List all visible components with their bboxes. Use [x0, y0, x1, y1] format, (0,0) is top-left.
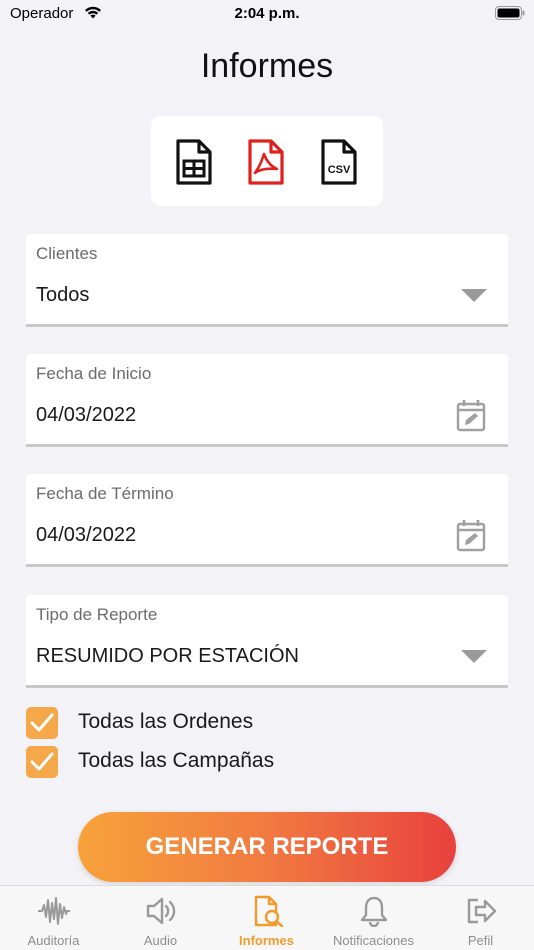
todas-ordenes-checkbox-row[interactable]: Todas las Ordenes: [26, 707, 426, 739]
todas-ordenes-label: Todas las Ordenes: [78, 710, 254, 733]
pdf-export-icon: [248, 139, 284, 185]
clientes-value: Todos: [36, 284, 90, 306]
csv-export-icon: CSV: [321, 139, 357, 185]
tab-informes[interactable]: Informes: [213, 886, 320, 950]
fecha-inicio-value: 04/03/2022: [36, 404, 137, 426]
document-search-icon: [254, 895, 283, 927]
tab-notificaciones[interactable]: Notificaciones: [320, 886, 427, 950]
dropdown-arrow-icon: [461, 650, 487, 663]
page-title: Informes: [200, 47, 334, 85]
todas-campanas-checkbox[interactable]: [26, 746, 58, 778]
calendar-edit-icon[interactable]: [456, 398, 486, 432]
status-time: 2:04 p.m.: [234, 5, 300, 22]
tab-pefil[interactable]: Pefil: [427, 886, 534, 950]
spreadsheet-export-button[interactable]: [174, 138, 214, 186]
tab-audio-label: Audio: [143, 933, 178, 948]
tab-audio[interactable]: Audio: [107, 886, 214, 950]
status-bar: Operador 2:04 p.m.: [0, 0, 534, 30]
tipo-reporte-value: RESUMIDO POR ESTACIÓN: [36, 645, 299, 667]
tab-bar: Auditoría Audio Informes Notificaciones …: [0, 885, 534, 950]
fecha-inicio-label: Fecha de Inicio: [36, 364, 152, 383]
spreadsheet-export-icon: [176, 139, 212, 185]
battery-icon: [495, 6, 525, 20]
dropdown-arrow-icon: [461, 289, 487, 302]
export-options: CSV: [151, 116, 383, 206]
speaker-icon: [146, 897, 175, 925]
tab-pefil-label: Pefil: [467, 933, 494, 948]
tipo-reporte-dropdown[interactable]: Tipo de Reporte RESUMIDO POR ESTACIÓN: [26, 595, 508, 688]
generar-reporte-button[interactable]: GENERAR REPORTE: [78, 812, 456, 882]
checkmark-icon: [30, 713, 54, 732]
csv-icon-text: CSV: [328, 164, 351, 176]
fecha-termino-label: Fecha de Término: [36, 484, 174, 503]
todas-campanas-label: Todas las Campañas: [78, 749, 275, 772]
fecha-termino-field[interactable]: Fecha de Término 04/03/2022: [26, 474, 508, 567]
logout-icon: [467, 898, 496, 924]
waveform-icon: [37, 897, 70, 925]
tipo-reporte-label: Tipo de Reporte: [36, 605, 158, 624]
todas-ordenes-checkbox[interactable]: [26, 707, 58, 739]
tab-informes-label: Informes: [239, 933, 294, 948]
checkmark-icon: [30, 752, 54, 771]
fecha-termino-value: 04/03/2022: [36, 524, 137, 546]
fecha-inicio-field[interactable]: Fecha de Inicio 04/03/2022: [26, 354, 508, 447]
tab-auditoria[interactable]: Auditoría: [0, 886, 107, 950]
pdf-export-button[interactable]: [246, 138, 286, 186]
clientes-label: Clientes: [36, 244, 98, 263]
todas-campanas-checkbox-row[interactable]: Todas las Campañas: [26, 746, 426, 778]
tab-auditoria-label: Auditoría: [27, 933, 80, 948]
clientes-dropdown[interactable]: Clientes Todos: [26, 234, 508, 327]
calendar-edit-icon[interactable]: [456, 518, 486, 552]
csv-export-button[interactable]: CSV: [319, 138, 359, 186]
bell-icon: [360, 896, 387, 927]
tab-notificaciones-label: Notificaciones: [333, 933, 414, 948]
